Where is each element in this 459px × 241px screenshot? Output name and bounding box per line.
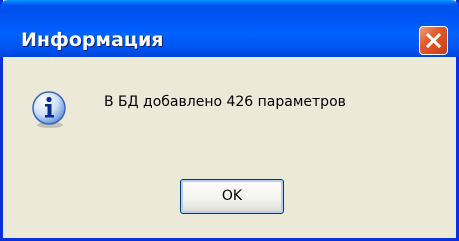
window-title: Информация: [21, 29, 164, 51]
title-bar[interactable]: Информация: [0, 0, 459, 57]
dialog-window: Информация В БД добавлено 426 параметров…: [0, 0, 459, 241]
info-message: В БД добавлено 426 параметров: [104, 94, 346, 110]
close-button[interactable]: [419, 26, 448, 55]
ok-button[interactable]: OK: [180, 179, 284, 214]
info-icon: [32, 91, 66, 128]
close-icon: [425, 32, 442, 49]
dialog-content: В БД добавлено 426 параметров OK: [3, 57, 456, 238]
